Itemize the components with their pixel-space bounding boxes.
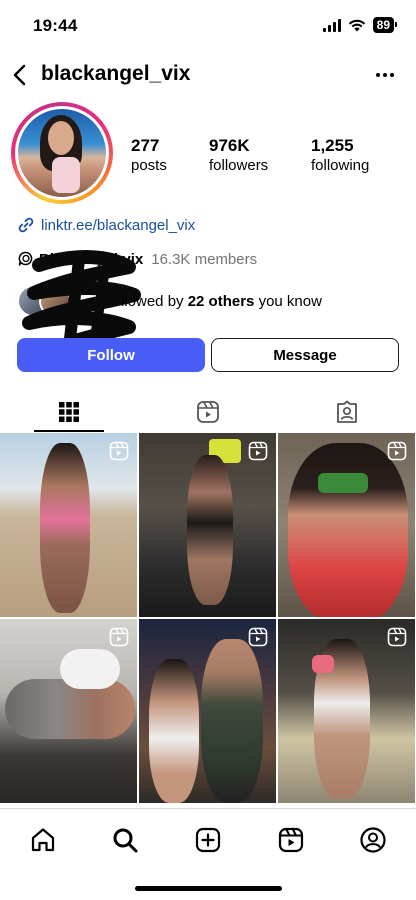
bio-link-text[interactable]: linktr.ee/blackangel_vix (41, 217, 195, 234)
profile-avatar[interactable] (11, 102, 113, 204)
channel-members: 16.3K members (151, 250, 258, 268)
reels-icon (278, 827, 304, 853)
posts-stat[interactable]: 277 posts (131, 136, 167, 174)
status-bar: 19:44 89 (0, 0, 416, 52)
status-time: 19:44 (33, 16, 78, 35)
followers-label: followers (209, 157, 269, 174)
post-thumbnail[interactable] (278, 433, 415, 617)
avatar-image (18, 109, 106, 197)
follow-button[interactable]: Follow (17, 338, 205, 372)
post-thumbnail[interactable] (0, 619, 137, 803)
reel-badge-icon (387, 627, 407, 647)
profile-username: blackangel_vix (41, 62, 191, 85)
search-icon (113, 828, 138, 853)
more-horizontal-icon[interactable] (374, 66, 396, 84)
profile-icon (360, 827, 386, 853)
wifi-icon (348, 19, 365, 31)
reel-badge-icon (109, 441, 129, 461)
reel-badge-icon (248, 441, 268, 461)
posts-count: 277 (131, 136, 160, 155)
following-count: 1,255 (311, 136, 354, 155)
post-thumbnail[interactable] (278, 619, 415, 803)
bio-link[interactable]: linktr.ee/blackangel_vix (17, 216, 195, 234)
nav-create[interactable] (193, 825, 223, 855)
nav-home[interactable] (28, 825, 58, 855)
nav-profile[interactable] (358, 825, 388, 855)
grid-icon (59, 402, 79, 422)
profile-tabs (0, 392, 416, 432)
posts-label: posts (131, 157, 167, 174)
reel-badge-icon (387, 441, 407, 461)
followed-by-text: llowed by 22 others you know (121, 293, 322, 310)
tagged-icon (337, 400, 357, 423)
battery-indicator: 89 (372, 17, 398, 33)
tab-tagged[interactable] (278, 392, 416, 432)
signal-icon (322, 18, 341, 32)
tab-reels[interactable] (139, 392, 277, 432)
tab-posts-grid[interactable] (0, 392, 138, 432)
following-stat[interactable]: 1,255 following (311, 136, 369, 174)
active-tab-indicator (34, 430, 104, 432)
followers-count: 976K (209, 136, 250, 155)
posts-grid (0, 433, 416, 805)
home-icon (31, 828, 55, 852)
following-label: following (311, 157, 370, 174)
create-icon (195, 827, 221, 853)
link-icon (18, 217, 34, 233)
post-thumbnail[interactable] (139, 619, 276, 803)
status-icons: 89 (322, 17, 398, 33)
message-button[interactable]: Message (211, 338, 399, 372)
post-thumbnail[interactable] (0, 433, 137, 617)
home-indicator[interactable] (135, 886, 282, 891)
post-thumbnail[interactable] (139, 433, 276, 617)
followers-stat[interactable]: 976K followers (209, 136, 268, 174)
nav-reels[interactable] (276, 825, 306, 855)
bottom-navigation (0, 808, 416, 900)
reel-badge-icon (248, 627, 268, 647)
chevron-left-icon[interactable] (8, 62, 34, 88)
reel-badge-icon (109, 627, 129, 647)
followed-by[interactable]: llowed by 22 others you know (17, 250, 407, 371)
nav-search[interactable] (110, 825, 140, 855)
reels-icon (197, 401, 219, 423)
profile-header: blackangel_vix (0, 58, 416, 92)
